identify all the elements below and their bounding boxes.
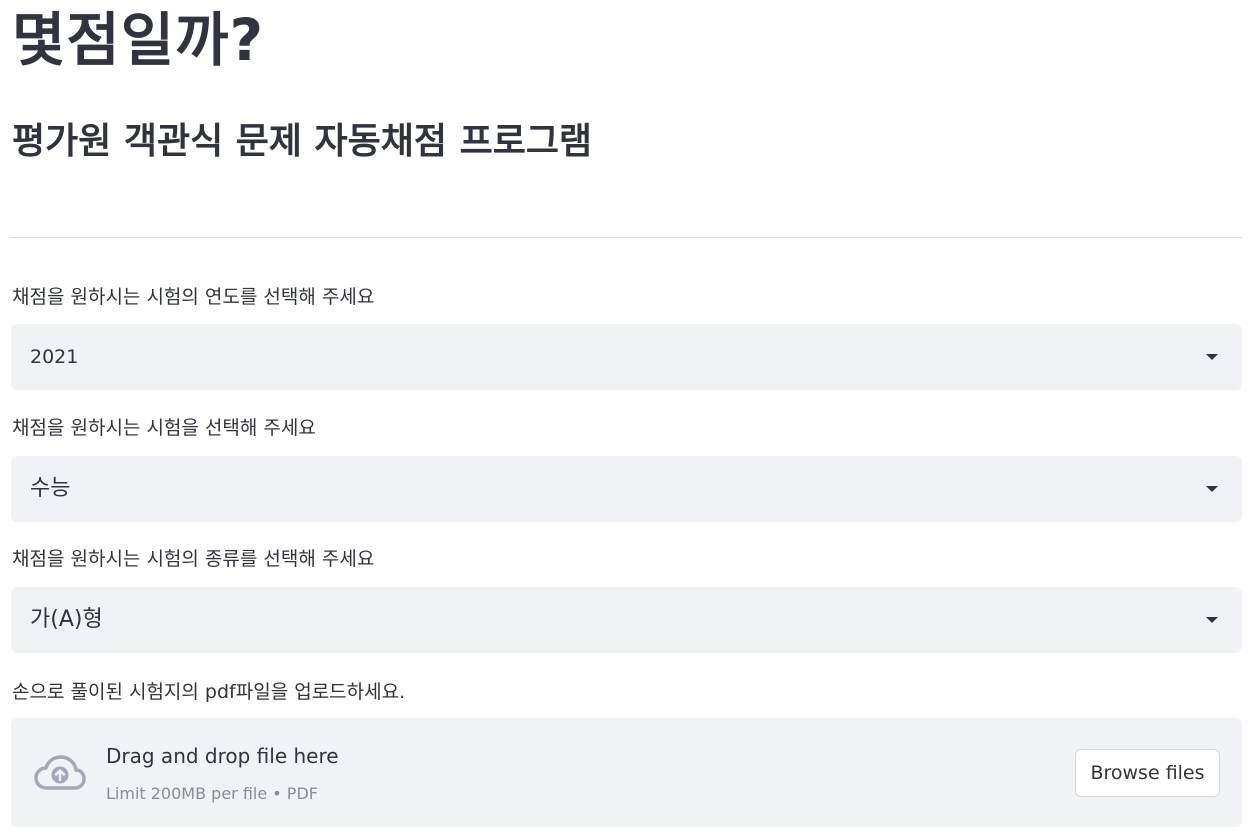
type-select-value: 가(A)형 xyxy=(30,607,103,632)
type-select[interactable]: 가(A)형 xyxy=(11,587,1242,653)
cloud-upload-icon xyxy=(34,755,86,790)
exam-select-value: 수능 xyxy=(30,476,71,501)
divider xyxy=(11,237,1242,238)
type-select-label: 채점을 원하시는 시험의 종류를 선택해 주세요 xyxy=(12,548,375,570)
chevron-down-icon xyxy=(1206,617,1218,623)
file-dropzone[interactable]: Drag and drop file here Limit 200MB per … xyxy=(11,718,1242,827)
upload-label: 손으로 풀이된 시험지의 pdf파일을 업로드하세요. xyxy=(12,681,406,703)
dropzone-limit: Limit 200MB per file • PDF xyxy=(106,784,318,803)
chevron-down-icon xyxy=(1206,354,1218,360)
exam-select[interactable]: 수능 xyxy=(11,456,1242,522)
exam-select-label: 채점을 원하시는 시험을 선택해 주세요 xyxy=(12,417,316,439)
year-select-value: 2021 xyxy=(30,346,79,368)
year-select[interactable]: 2021 xyxy=(11,324,1242,390)
year-select-label: 채점을 원하시는 시험의 연도를 선택해 주세요 xyxy=(12,286,375,308)
browse-files-button[interactable]: Browse files xyxy=(1075,749,1220,797)
page-subtitle: 평가원 객관식 문제 자동채점 프로그램 xyxy=(12,121,593,162)
page-title: 몇점일까? xyxy=(12,6,265,74)
chevron-down-icon xyxy=(1206,486,1218,492)
dropzone-instructions: Drag and drop file here xyxy=(106,744,339,768)
